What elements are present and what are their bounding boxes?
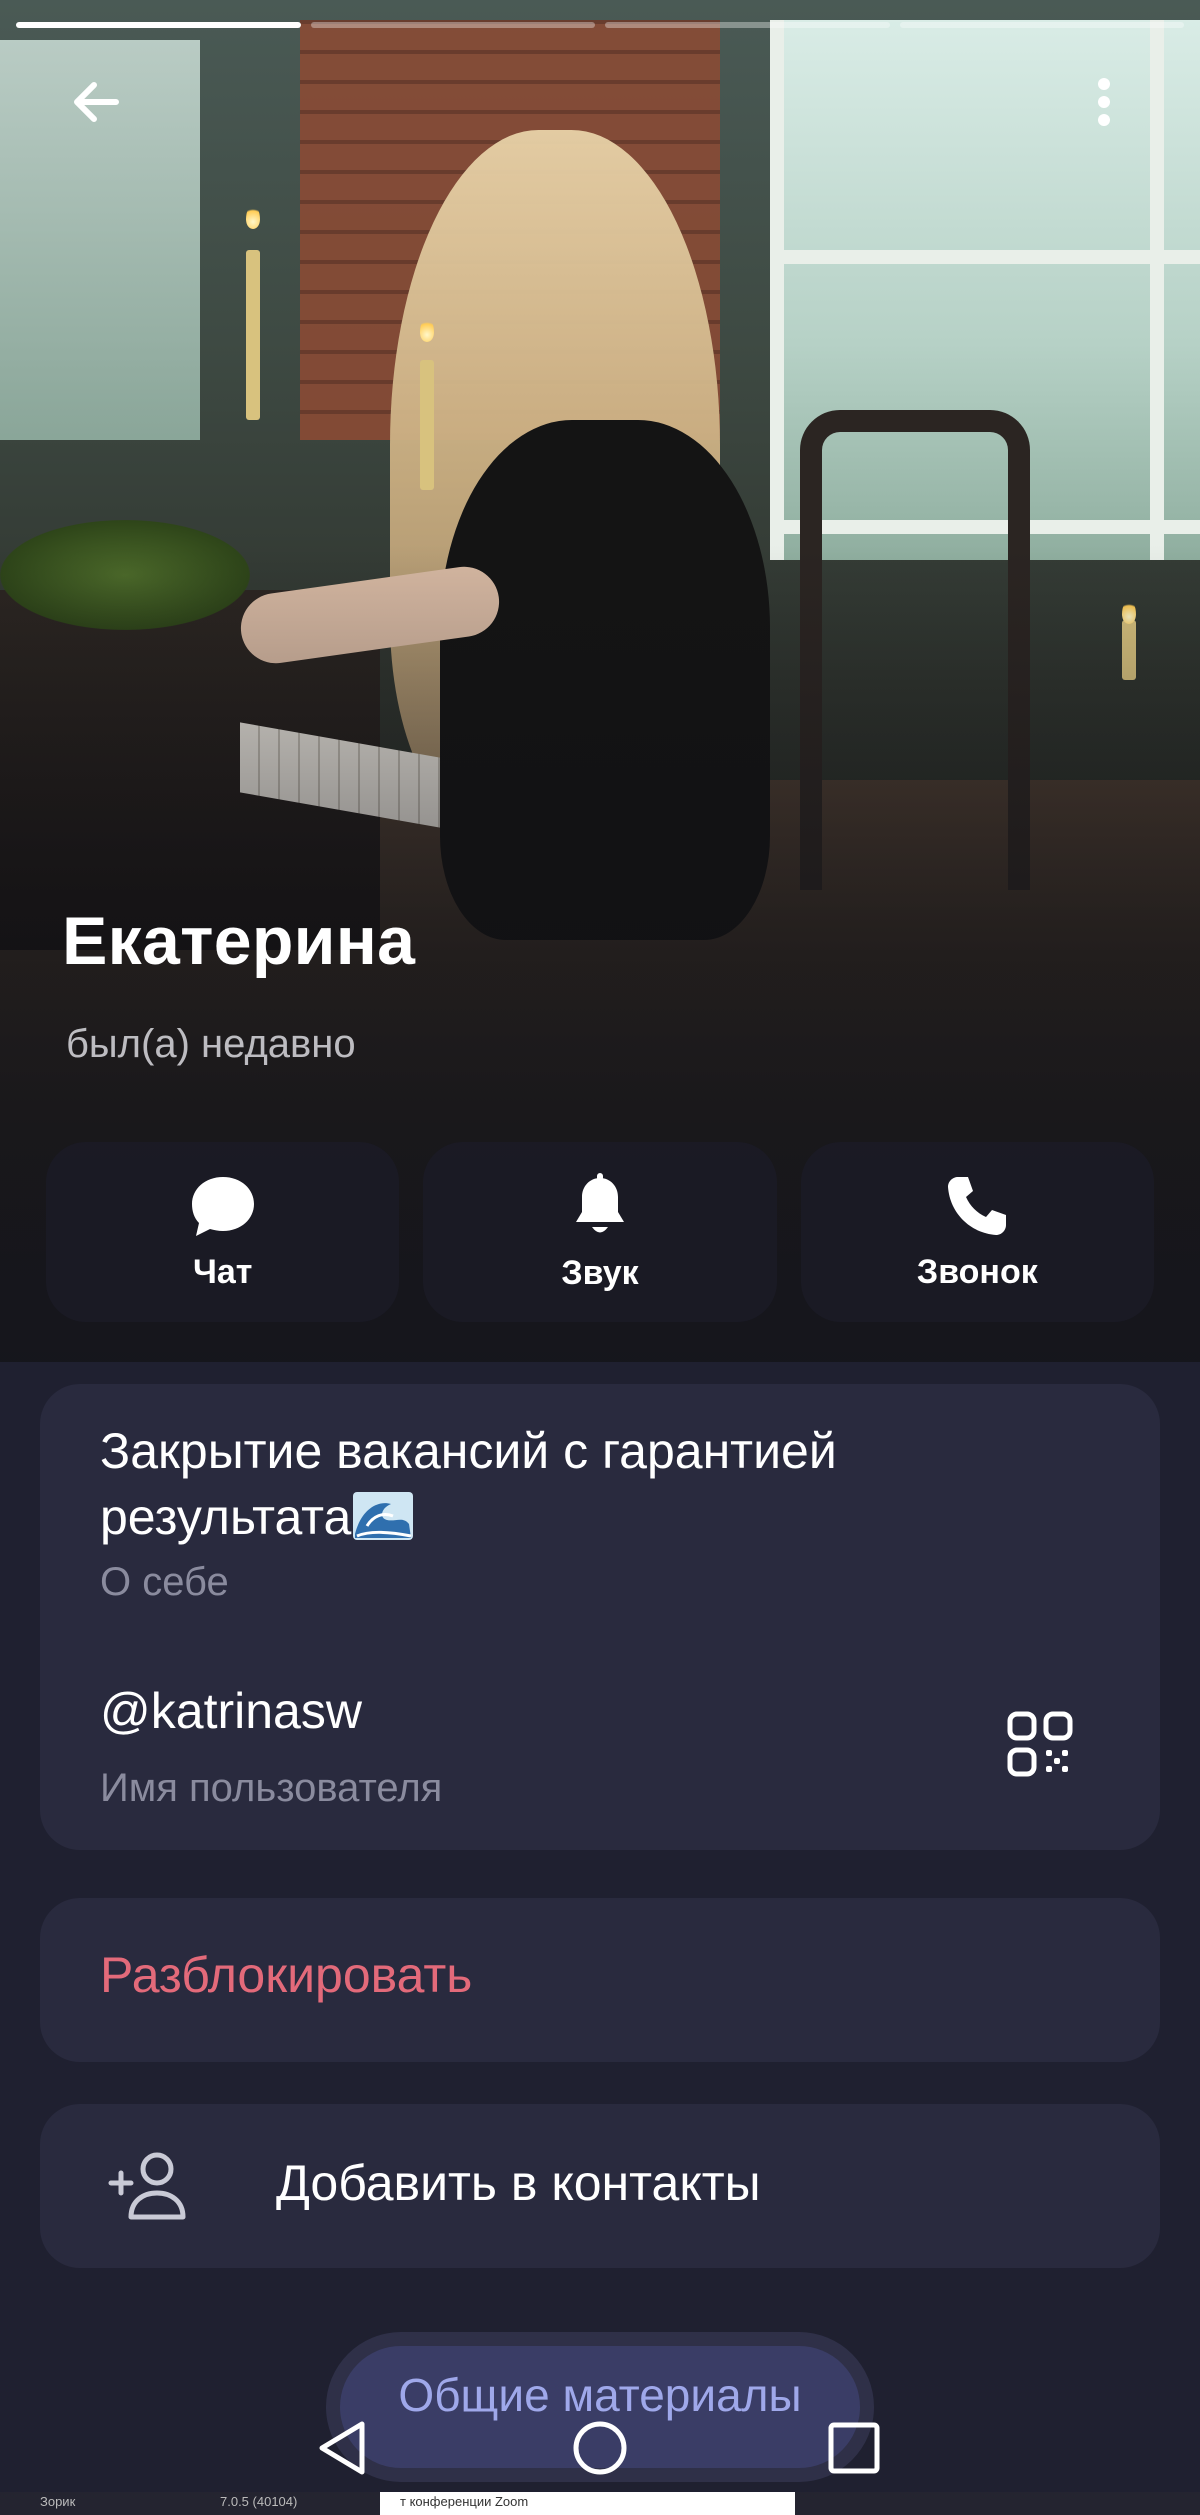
- more-options-button[interactable]: [1064, 62, 1144, 142]
- strip-dark-right: [795, 2492, 1200, 2515]
- phone-icon: [948, 1176, 1007, 1235]
- profile-actions: Чат Звук Звонок: [46, 1142, 1154, 1322]
- story-segment: [16, 22, 301, 28]
- bio-caption: О себе: [100, 1560, 229, 1604]
- square-recents-icon: [828, 2422, 880, 2474]
- story-segment: [310, 22, 595, 28]
- call-button[interactable]: Звонок: [800, 1142, 1154, 1322]
- qr-code-icon: [1007, 1711, 1073, 1777]
- username-caption: Имя пользователя: [100, 1766, 443, 1810]
- bell-icon: [575, 1172, 624, 1232]
- chat-button-label: Чат: [192, 1252, 253, 1291]
- story-segment: [605, 22, 890, 28]
- add-contact-button[interactable]: Добавить в контакты: [40, 2104, 1160, 2268]
- story-segment: [899, 22, 1184, 28]
- username[interactable]: @katrinasw: [100, 1682, 362, 1740]
- strip-middle-text: 7.0.5 (40104): [220, 2494, 298, 2509]
- arrow-left-icon: [74, 82, 119, 122]
- add-contact-label: Добавить в контакты: [276, 2155, 761, 2211]
- story-progress: [16, 22, 1184, 28]
- strip-right-text: т конференции Zoom: [400, 2494, 529, 2509]
- triangle-back-icon: [319, 2421, 365, 2475]
- nav-recents-button[interactable]: [814, 2408, 894, 2488]
- call-button-label: Звонок: [916, 1252, 1038, 1291]
- chat-button[interactable]: Чат: [46, 1142, 400, 1322]
- bottom-screenshot-strip: Зорик 7.0.5 (40104) т конференции Zoom: [0, 2492, 1200, 2515]
- nav-back-button[interactable]: [302, 2408, 382, 2488]
- more-vertical-icon: [1098, 78, 1110, 126]
- add-person-icon: [104, 2142, 196, 2230]
- profile-header-photo[interactable]: Екатерина был(а) недавно Чат Звук Звонок: [0, 0, 1200, 1362]
- profile-status: был(а) недавно: [66, 1022, 356, 1066]
- chat-bubble-icon: [191, 1176, 254, 1236]
- qr-code-button[interactable]: [1000, 1704, 1080, 1784]
- unblock-label: Разблокировать: [100, 1947, 473, 2003]
- profile-name: Екатерина: [62, 903, 416, 979]
- bio-row[interactable]: Закрытие вакансий с гарантией результата: [100, 1418, 1060, 1550]
- nav-home-button[interactable]: [560, 2408, 640, 2488]
- unblock-button[interactable]: Разблокировать: [40, 1898, 1160, 2062]
- profile-info-card: Закрытие вакансий с гарантией результата…: [40, 1384, 1160, 1850]
- wave-emoji-icon: [353, 1492, 414, 1540]
- sound-button[interactable]: Звук: [423, 1142, 777, 1322]
- strip-left-text: Зорик: [40, 2494, 76, 2509]
- back-button[interactable]: [56, 62, 136, 142]
- sound-button-label: Звук: [561, 1253, 639, 1292]
- bio-text: Закрытие вакансий с гарантией результата: [100, 1423, 837, 1545]
- circle-home-icon: [573, 2421, 627, 2475]
